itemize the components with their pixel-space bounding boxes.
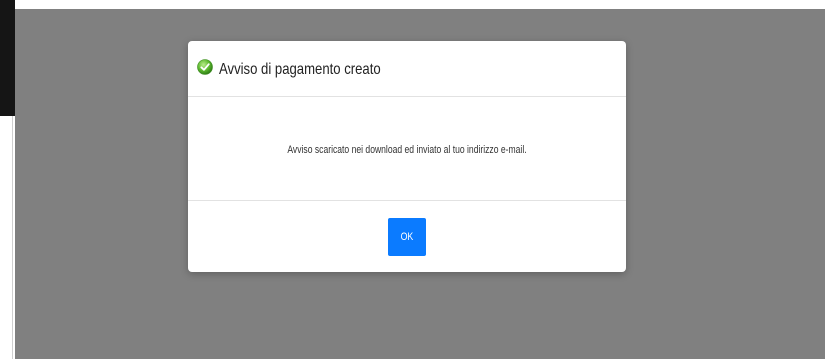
payment-notice-dialog: Avviso di pagamento creato Avviso scaric… xyxy=(188,41,626,272)
dialog-header: Avviso di pagamento creato xyxy=(188,41,626,97)
background-divider xyxy=(12,116,13,359)
ok-button-label: OK xyxy=(400,231,414,243)
page: Avviso di pagamento creato Avviso scaric… xyxy=(0,0,825,359)
dialog-footer: OK xyxy=(188,201,626,272)
background-header-fragment xyxy=(0,0,15,116)
ok-button[interactable]: OK xyxy=(388,218,426,256)
dialog-body: Avviso scaricato nei download ed inviato… xyxy=(188,97,626,201)
dialog-message: Avviso scaricato nei download ed inviato… xyxy=(287,144,527,156)
check-circle-icon xyxy=(197,59,213,75)
dialog-title: Avviso di pagamento creato xyxy=(219,61,381,78)
